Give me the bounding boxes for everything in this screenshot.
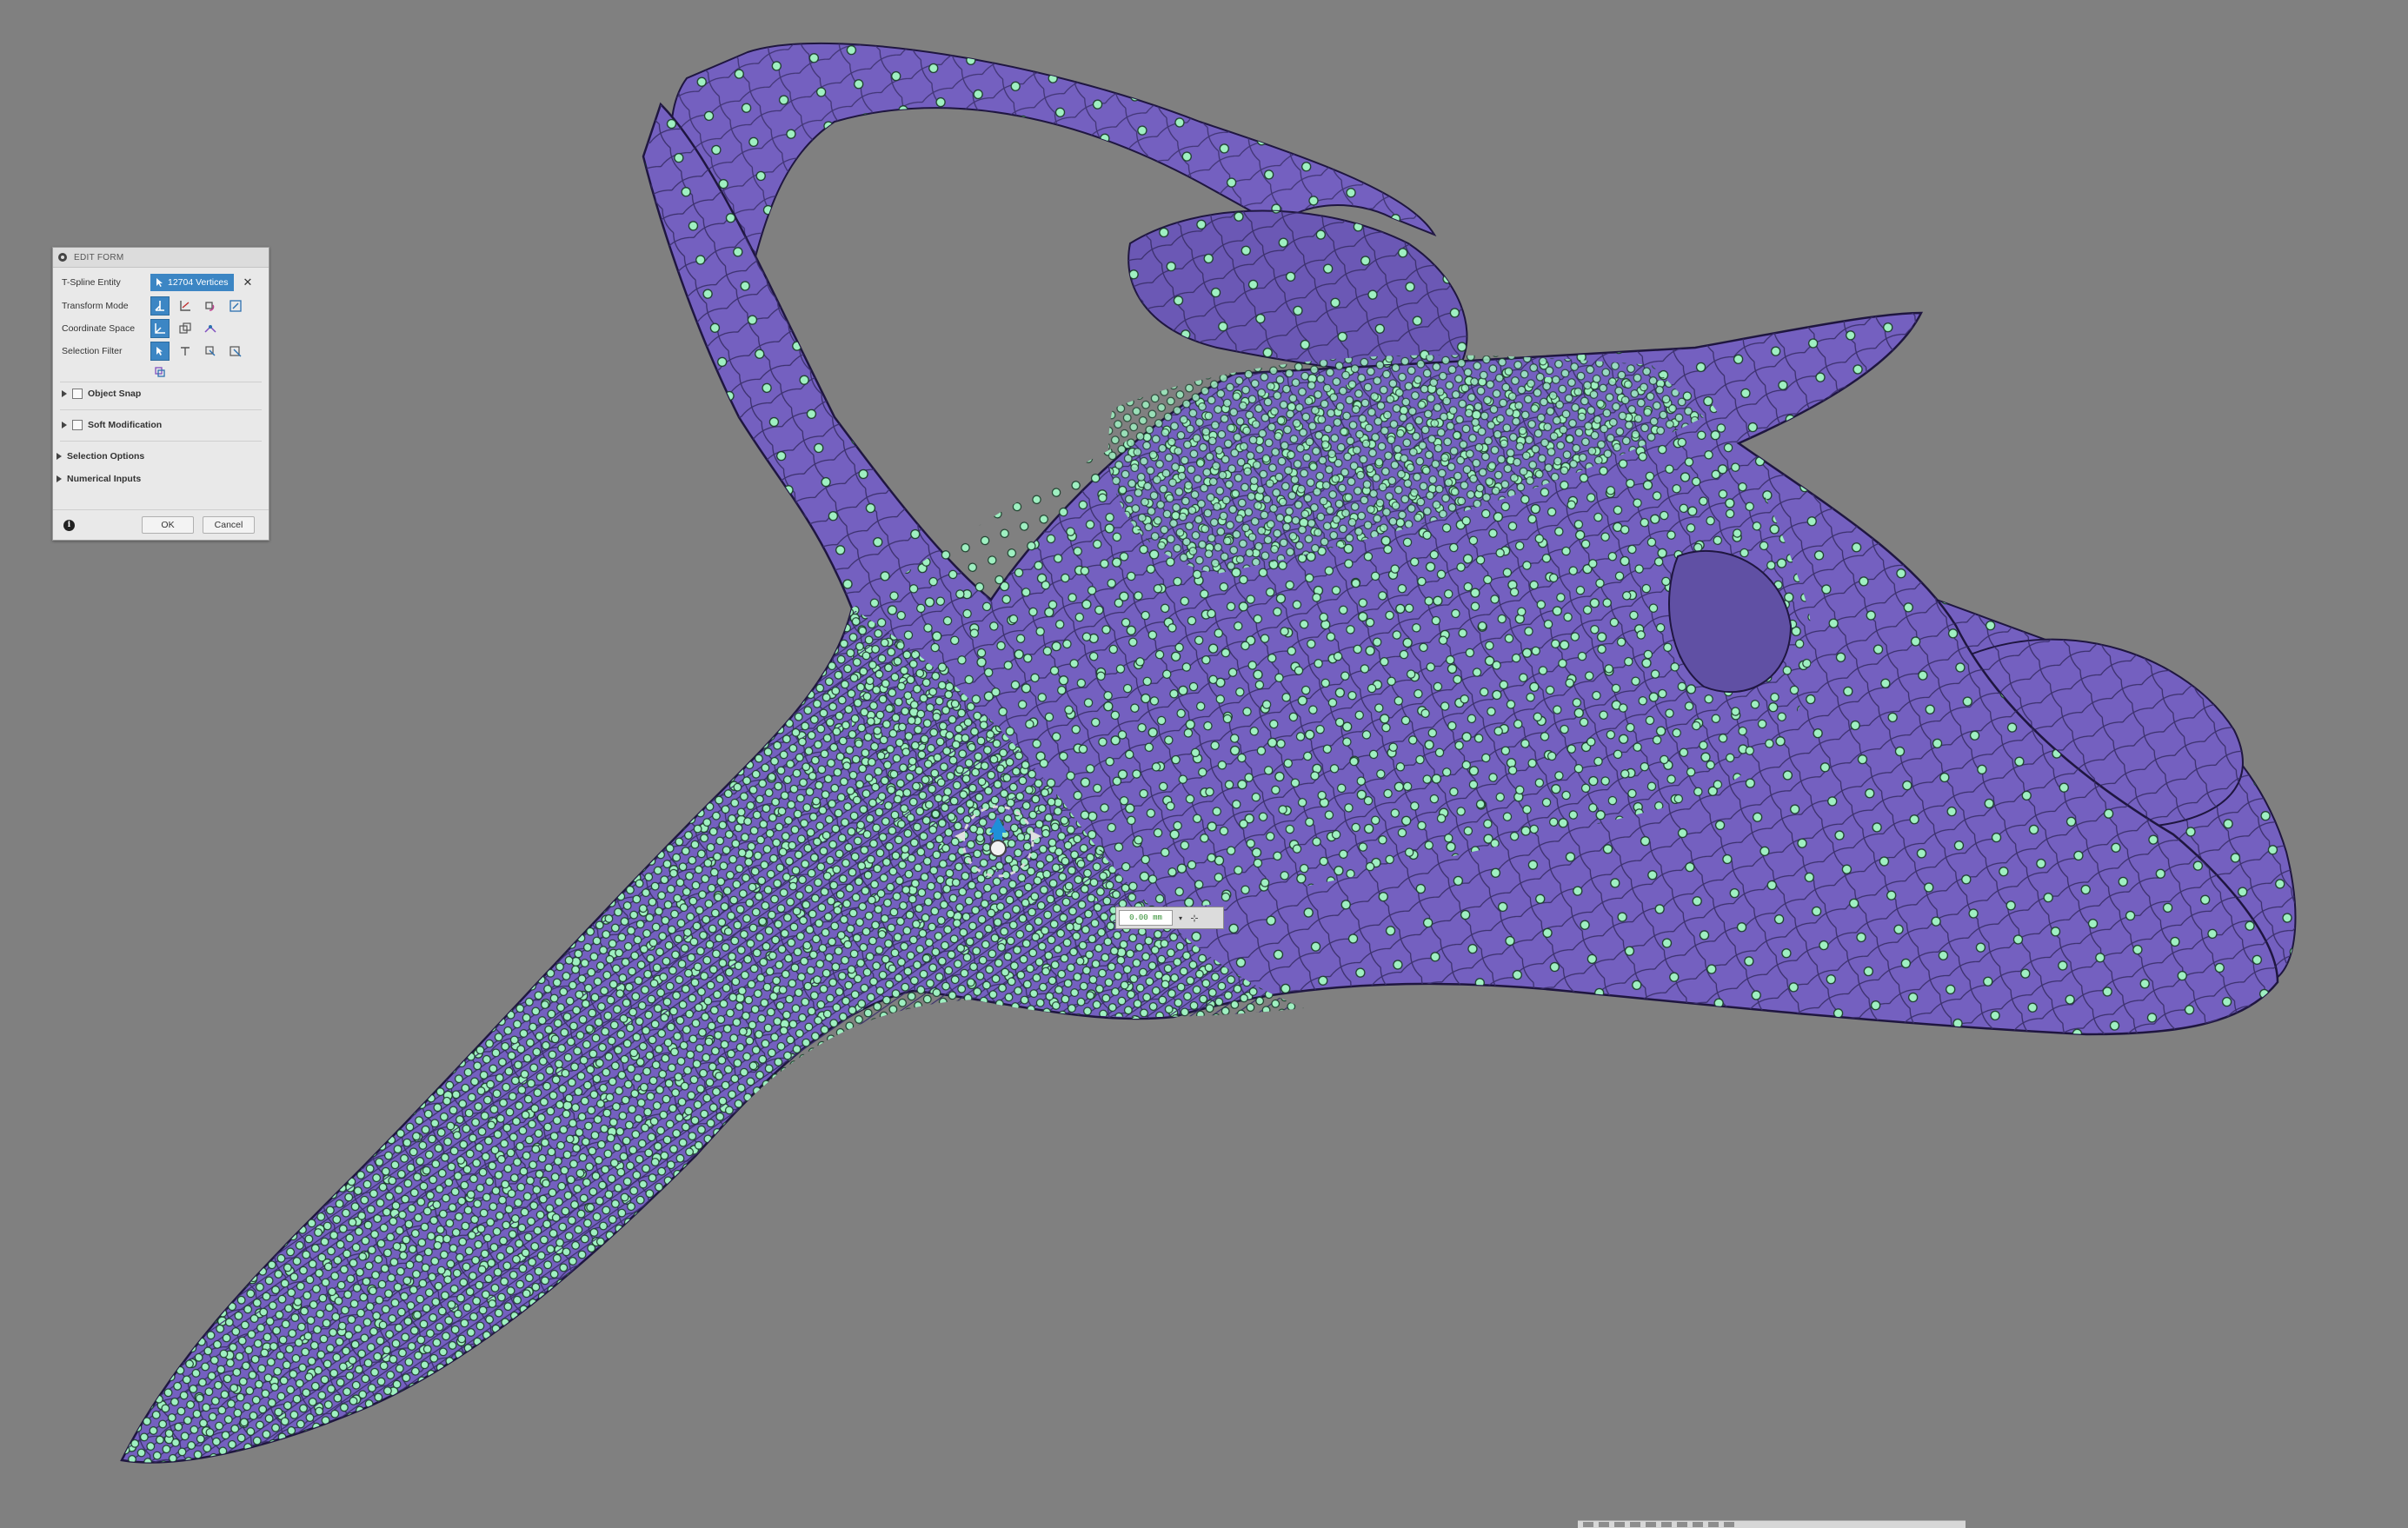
transform-mode-label: Transform Mode bbox=[62, 301, 129, 311]
soft-modification-checkbox[interactable] bbox=[72, 420, 83, 430]
visual-style-icon[interactable] bbox=[1708, 1522, 1719, 1527]
transform-mode-row: Transform Mode bbox=[62, 296, 251, 316]
object-snap-label: Object Snap bbox=[88, 389, 142, 399]
grid-settings-icon[interactable] bbox=[1677, 1522, 1687, 1527]
expand-icon bbox=[62, 390, 67, 397]
panel-options-icon[interactable] bbox=[58, 253, 67, 262]
ok-button[interactable]: OK bbox=[142, 516, 194, 534]
selection-options-section[interactable]: Selection Options bbox=[57, 451, 144, 462]
display-settings-icon[interactable] bbox=[1661, 1522, 1672, 1527]
tspline-entity-selection[interactable]: 12704 Vertices bbox=[150, 274, 235, 291]
look-at-icon[interactable] bbox=[1599, 1522, 1609, 1527]
numerical-inputs-label: Numerical Inputs bbox=[67, 474, 142, 484]
edge-select-icon[interactable] bbox=[176, 342, 195, 361]
distance-input[interactable]: 0.00 mm bbox=[1119, 910, 1173, 926]
view-space-icon[interactable] bbox=[201, 319, 220, 338]
object-snap-section[interactable]: Object Snap bbox=[62, 389, 141, 399]
expand-icon bbox=[57, 453, 62, 460]
selection-filter-row: Selection Filter bbox=[62, 342, 251, 361]
tspline-entity-label: T-Spline Entity bbox=[62, 277, 121, 288]
tspline-entity-row: T-Spline Entity 12704 Vertices ✕ bbox=[62, 274, 252, 291]
vertex-select-icon[interactable] bbox=[150, 342, 170, 361]
pan-icon[interactable] bbox=[1614, 1522, 1625, 1527]
soft-modification-label: Soft Modification bbox=[88, 420, 163, 430]
local-space-icon[interactable] bbox=[176, 319, 195, 338]
scale-icon[interactable] bbox=[226, 296, 245, 316]
pin-icon[interactable]: ⊹ bbox=[1188, 911, 1201, 925]
loop-select-icon[interactable] bbox=[150, 362, 170, 382]
tspline-entity-value: 12704 Vertices bbox=[168, 277, 229, 288]
numerical-inputs-section[interactable]: Numerical Inputs bbox=[57, 474, 141, 484]
coordinate-space-label: Coordinate Space bbox=[62, 323, 136, 334]
fit-icon[interactable] bbox=[1646, 1522, 1656, 1527]
cancel-button[interactable]: Cancel bbox=[203, 516, 255, 534]
manipulator-value-box: 0.00 mm ▾ ⊹ bbox=[1115, 907, 1224, 929]
soft-modification-section[interactable]: Soft Modification bbox=[62, 420, 162, 430]
selection-filter-extra-row bbox=[150, 362, 176, 382]
expand-icon bbox=[57, 475, 62, 482]
orbit-icon[interactable] bbox=[1583, 1522, 1593, 1527]
body-select-icon[interactable] bbox=[226, 342, 245, 361]
panel-footer: i OK Cancel bbox=[53, 509, 269, 540]
cursor-icon bbox=[156, 278, 163, 287]
edit-form-panel: EDIT FORM T-Spline Entity 12704 Vertices… bbox=[52, 247, 269, 541]
face-select-icon[interactable] bbox=[201, 342, 220, 361]
selection-icon[interactable] bbox=[1724, 1522, 1734, 1527]
move-icon[interactable] bbox=[150, 296, 170, 316]
info-icon[interactable]: i bbox=[63, 519, 75, 531]
translate-icon[interactable] bbox=[176, 296, 195, 316]
coordinate-space-row: Coordinate Space bbox=[62, 319, 226, 338]
selection-options-label: Selection Options bbox=[67, 451, 145, 462]
coordinate-axes-icon[interactable] bbox=[150, 319, 170, 338]
close-icon[interactable]: ✕ bbox=[243, 276, 252, 289]
zoom-icon[interactable] bbox=[1630, 1522, 1640, 1527]
panel-title: EDIT FORM bbox=[74, 252, 124, 262]
selection-filter-label: Selection Filter bbox=[62, 346, 123, 356]
chevron-down-icon[interactable]: ▾ bbox=[1175, 911, 1186, 925]
object-snap-checkbox[interactable] bbox=[72, 389, 83, 399]
rotate-icon[interactable] bbox=[201, 296, 220, 316]
expand-icon bbox=[62, 422, 67, 429]
panel-header: EDIT FORM bbox=[53, 248, 269, 268]
upper-lobe bbox=[1128, 209, 1468, 374]
viewports-icon[interactable] bbox=[1693, 1522, 1703, 1527]
model-viewport[interactable] bbox=[0, 0, 2408, 1527]
